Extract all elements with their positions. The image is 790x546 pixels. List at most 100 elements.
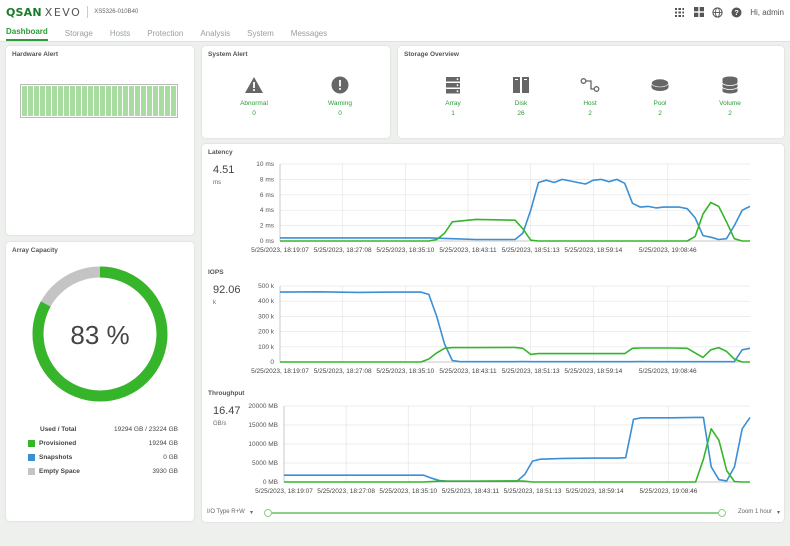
throughput-chart[interactable]: 0 MB 5000 MB 10000 MB 15000 MB 20000 MB 5/25/… xyxy=(202,384,784,506)
tab-dashboard[interactable]: Dashboard xyxy=(6,27,48,41)
tab-analysis[interactable]: Analysis xyxy=(200,29,230,41)
abnormal-alert[interactable]: Abnormal 0 xyxy=(232,76,276,117)
series-line-0 xyxy=(280,178,751,241)
x-tick-label: 5/25/2023, 18:19:07 xyxy=(255,488,313,495)
warning-count: 0 xyxy=(338,110,342,117)
disk-slot[interactable] xyxy=(129,86,135,116)
legend-empty-space: Empty Space 3930 GB xyxy=(28,468,178,475)
array-count: 1 xyxy=(451,110,455,117)
warning-alert[interactable]: Warning 0 xyxy=(318,76,362,117)
network-icon[interactable] xyxy=(674,6,685,18)
tab-protection[interactable]: Protection xyxy=(147,29,183,41)
slider-start-handle[interactable] xyxy=(264,509,272,517)
x-tick-label: 5/25/2023, 18:59:14 xyxy=(564,247,622,254)
host-label: Host xyxy=(583,100,597,107)
x-tick-label: 5/25/2023, 19:08:46 xyxy=(639,247,697,254)
disk-slot[interactable] xyxy=(105,86,111,116)
disk-slot-grid[interactable] xyxy=(20,84,178,118)
x-tick-label: 5/25/2023, 19:08:46 xyxy=(639,368,697,375)
disk-slot[interactable] xyxy=(117,86,123,116)
disk-slot[interactable] xyxy=(45,86,51,116)
abnormal-label: Abnormal xyxy=(240,100,268,107)
tab-messages[interactable]: Messages xyxy=(291,29,327,41)
disk-slot[interactable] xyxy=(135,86,141,116)
y-tick-label: 10000 MB xyxy=(248,441,278,448)
zoom-select[interactable]: Zoom 1 hour xyxy=(738,509,772,515)
overview-host[interactable]: Host 2 xyxy=(570,76,610,117)
disk-label: Disk xyxy=(514,100,528,107)
disk-slot[interactable] xyxy=(111,86,117,116)
pool-label: Pool xyxy=(653,100,667,107)
disk-slot[interactable] xyxy=(147,86,153,116)
volume-count: 2 xyxy=(728,110,732,117)
x-tick-label: 5/25/2023, 18:43:11 xyxy=(439,368,497,375)
disk-slot[interactable] xyxy=(39,86,45,116)
x-tick-label: 5/25/2023, 19:08:46 xyxy=(640,488,698,495)
snapshots-swatch xyxy=(28,454,35,461)
alert-circle-icon xyxy=(331,76,349,94)
x-tick-label: 5/25/2023, 18:51:13 xyxy=(502,247,560,254)
disk-slot[interactable] xyxy=(153,86,159,116)
disk-slot[interactable] xyxy=(81,86,87,116)
x-tick-label: 5/25/2023, 18:19:07 xyxy=(251,368,309,375)
grid-icon[interactable] xyxy=(693,7,704,18)
disk-slot[interactable] xyxy=(69,86,75,116)
disk-slot[interactable] xyxy=(99,86,105,116)
latency-chart[interactable]: 0 ms 2 ms 4 ms 6 ms 8 ms 10 ms 5/25/2023, 18:1… xyxy=(202,144,784,264)
x-tick-label: 5/25/2023, 18:19:07 xyxy=(251,247,309,254)
disk-slot[interactable] xyxy=(171,86,177,116)
disk-slot[interactable] xyxy=(63,86,69,116)
warning-triangle-icon xyxy=(245,77,263,93)
brand-logo[interactable]: QSAN XEVO xyxy=(6,6,81,19)
globe-icon[interactable] xyxy=(712,6,723,18)
help-icon[interactable]: ? xyxy=(731,7,742,18)
y-tick-label: 4 ms xyxy=(260,207,275,214)
pool-count: 2 xyxy=(658,110,662,117)
empty-space-swatch xyxy=(28,468,35,475)
iops-chart[interactable]: 0 100 k 200 k 300 k 400 k 500 k 5/25/2023, 18:… xyxy=(202,264,784,384)
provisioned-value: 19294 GB xyxy=(148,440,178,447)
disk-slot[interactable] xyxy=(159,86,165,116)
disk-slot[interactable] xyxy=(123,86,129,116)
y-tick-label: 8 ms xyxy=(260,176,275,183)
x-tick-label: 5/25/2023, 18:51:13 xyxy=(502,368,560,375)
disk-slot[interactable] xyxy=(165,86,171,116)
user-menu[interactable]: Hi, admin xyxy=(750,8,784,17)
zoom-dropdown-icon[interactable]: ▾ xyxy=(777,509,780,516)
io-type-dropdown-icon[interactable]: ▾ xyxy=(250,509,253,516)
x-tick-label: 5/25/2023, 18:59:14 xyxy=(564,368,622,375)
overview-pool[interactable]: Pool 2 xyxy=(640,76,680,117)
capacity-percent: 83 % xyxy=(70,320,129,350)
time-range-slider[interactable] xyxy=(268,512,722,514)
disk-slot[interactable] xyxy=(22,86,27,116)
snapshots-label: Snapshots xyxy=(39,454,73,461)
x-tick-label: 5/25/2023, 18:27:08 xyxy=(314,368,372,375)
disk-slot[interactable] xyxy=(87,86,93,116)
used-total-label: Used / Total xyxy=(40,426,77,433)
disk-slot[interactable] xyxy=(51,86,57,116)
pool-icon xyxy=(651,78,669,91)
tab-hosts[interactable]: Hosts xyxy=(110,29,130,41)
overview-disk[interactable]: Disk 26 xyxy=(501,76,541,117)
disk-slot[interactable] xyxy=(75,86,81,116)
disk-slot[interactable] xyxy=(27,86,33,116)
hardware-alert-panel: Hardware Alert xyxy=(6,46,194,235)
overview-volume[interactable]: Volume 2 xyxy=(710,76,750,117)
disk-slot[interactable] xyxy=(33,86,39,116)
used-total-value: 19294 GB / 23224 GB xyxy=(114,426,178,433)
disk-slot[interactable] xyxy=(57,86,63,116)
disk-slot[interactable] xyxy=(93,86,99,116)
overview-array[interactable]: Array 1 xyxy=(433,76,473,117)
slider-end-handle[interactable] xyxy=(718,509,726,517)
tab-system[interactable]: System xyxy=(247,29,274,41)
header-actions: ? Hi, admin xyxy=(674,6,784,18)
disk-count: 26 xyxy=(517,110,525,117)
disk-slot[interactable] xyxy=(141,86,147,116)
snapshots-value: 0 GB xyxy=(163,454,178,461)
empty-space-value: 3930 GB xyxy=(152,468,178,475)
io-type-select[interactable]: I/O Type R+W xyxy=(207,509,245,515)
top-bar: QSAN XEVO XS5326-010B40 ? Hi, admin xyxy=(0,0,790,24)
tab-storage[interactable]: Storage xyxy=(65,29,93,41)
x-tick-label: 5/25/2023, 18:35:10 xyxy=(376,368,434,375)
host-icon xyxy=(580,78,600,92)
